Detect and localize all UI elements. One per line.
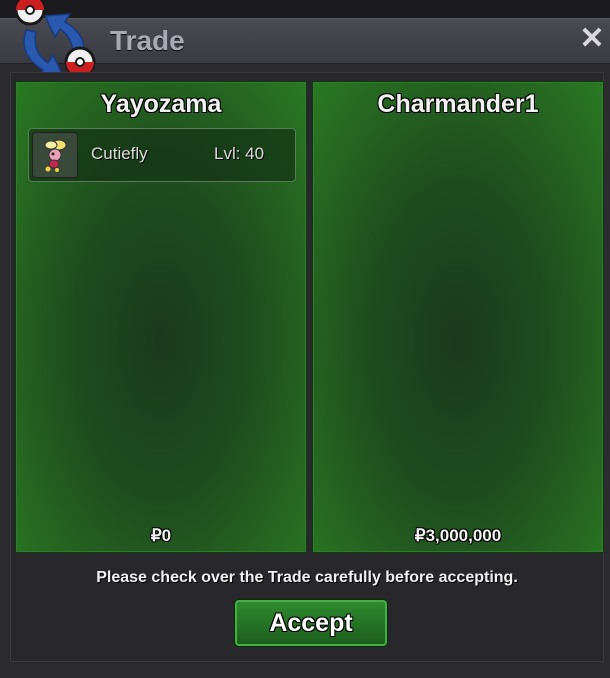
trade-notice: Please check over the Trade carefully be…: [96, 569, 518, 586]
window-title: Trade: [110, 25, 185, 56]
item-level: Lvl: 40: [214, 144, 265, 163]
left-money-amount: ₽0: [150, 526, 172, 545]
right-player-name: Charmander1: [377, 90, 539, 118]
right-offer-panel: Charmander1 ₽3,000,000: [312, 81, 604, 553]
cutiefly-icon: [32, 132, 78, 178]
trade-content: Yayozama Cutiefly Lvl: 40 ₽0 Charmander1…: [10, 72, 604, 662]
accept-button[interactable]: Accept: [235, 600, 387, 646]
left-player-name: Yayozama: [100, 90, 222, 118]
close-button[interactable]: ✕: [578, 23, 606, 55]
offer-item[interactable]: Cutiefly Lvl: 40: [28, 128, 296, 182]
trade-window: Trade ✕ Yayozama Cutiefly Lvl: 40 ₽0 Cha…: [0, 0, 610, 678]
right-money-amount: ₽3,000,000: [414, 526, 502, 545]
left-offer-panel: Yayozama Cutiefly Lvl: 40 ₽0: [15, 81, 307, 553]
item-name: Cutiefly: [91, 144, 148, 163]
